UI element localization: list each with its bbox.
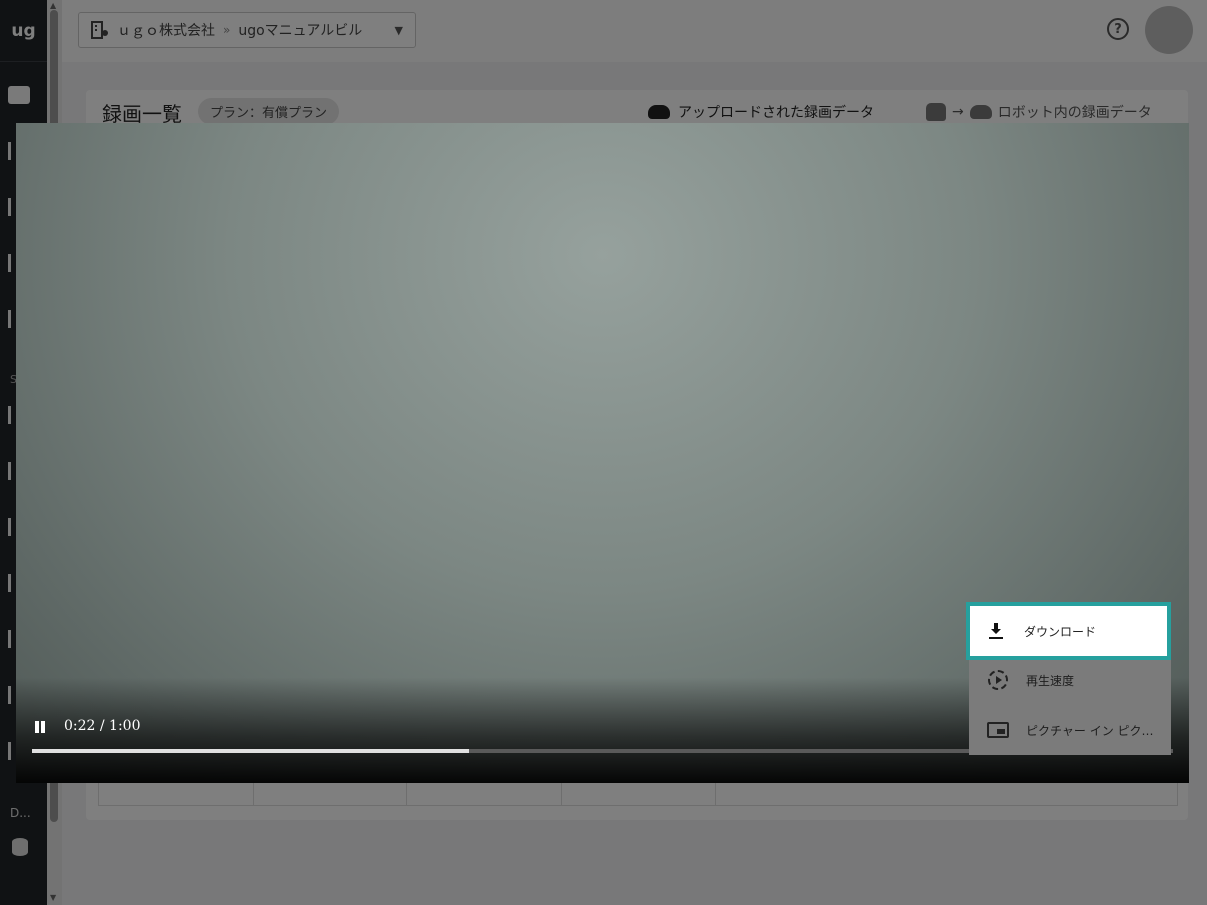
menu-item-picture-in-picture[interactable]: ピクチャー イン ピクチャー xyxy=(969,705,1171,755)
download-icon xyxy=(985,620,1007,642)
pause-icon[interactable] xyxy=(34,721,46,733)
video-options-menu: 再生速度 ピクチャー イン ピクチャー ダウンロード xyxy=(966,602,1171,755)
playback-speed-icon xyxy=(987,669,1009,691)
menu-item-label: ダウンロード xyxy=(1024,624,1097,639)
video-time: 0:22 / 1:00 xyxy=(64,718,141,734)
menu-item-label: 再生速度 xyxy=(1026,673,1075,688)
menu-item-download[interactable]: ダウンロード xyxy=(966,602,1171,660)
video-progress-fill xyxy=(32,749,469,753)
picture-in-picture-icon xyxy=(987,719,1009,741)
menu-item-label: ピクチャー イン ピクチャー xyxy=(1026,723,1164,738)
menu-item-playback-speed[interactable]: 再生速度 xyxy=(969,655,1171,705)
